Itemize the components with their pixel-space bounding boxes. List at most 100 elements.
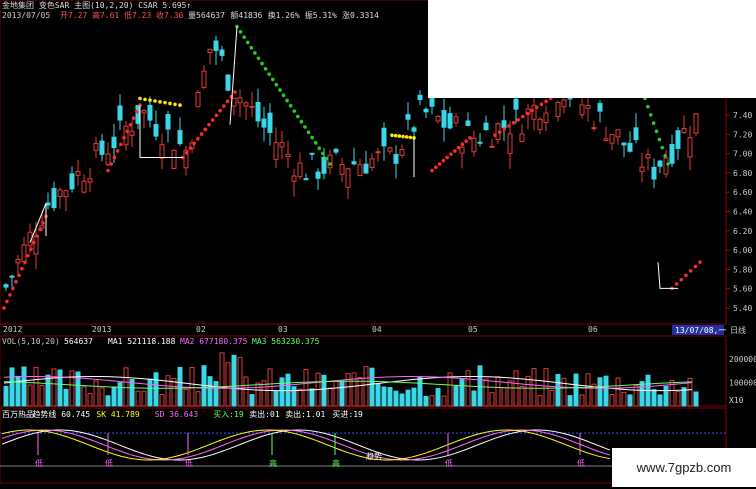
sar-dot [299,119,304,124]
sar-dot [278,88,282,92]
header-field: 量564637 [188,11,225,20]
osc-header-field: 趋势线 60.745 [32,409,90,419]
sar-dot [138,96,142,101]
volume-bar [441,395,447,407]
candle-body [693,113,699,134]
candle-body [357,164,363,177]
sar-dot [408,135,413,140]
volume-bar [429,395,435,407]
volume-bar [141,390,147,407]
volume-bar [279,377,285,407]
volume-bar [225,362,231,407]
sar-dot [5,299,9,304]
sar-dot [317,146,322,150]
candle-body [279,142,285,148]
candle-body [297,162,303,178]
sar-dot [38,227,42,232]
sar-dot [285,98,289,103]
volume-bar [417,377,423,407]
sar-dot [29,247,33,251]
sar-dot [225,99,230,104]
volume-bar [183,389,189,407]
price-tick-label: 6.60 [733,188,752,197]
sar-dot [245,40,250,45]
sar-dot [404,135,409,139]
price-tick-label: 7.20 [733,130,752,139]
sar-dot [321,151,325,156]
sar-dot [324,156,329,161]
date-tick-label: 03 [278,325,288,334]
volume-bar [249,394,255,407]
volume-bar [285,373,291,407]
volume-ma1: MA1 521118.188 [108,337,176,346]
date-tick-label: 02 [196,325,206,334]
volume-bar [237,356,243,407]
sar-dot [203,127,208,132]
osc-signal-label: 低 [445,458,453,468]
header-field: 低7.23 [124,10,151,20]
candle-body [417,94,423,101]
sar-dot [397,134,402,138]
osc-header-field: 买入:19 [213,410,244,419]
price-tick-label: 6.80 [733,169,752,178]
volume-bar [399,393,405,407]
candle-body [483,122,489,130]
sar-dot [456,145,461,150]
candle-body [159,144,165,159]
sar-dot [148,98,152,102]
candle-body [153,124,159,137]
osc-mid-label: 趋势 [366,451,382,461]
volume-bar [405,389,411,407]
volume-bar [231,354,237,407]
sar-dot [26,253,30,258]
osc-signal-label: 高 [269,458,277,468]
sar-dot [253,51,257,55]
price-tick-label: 6.20 [733,227,752,236]
volume-bar [219,352,225,407]
sar-dot [679,277,684,282]
volume-value: 564637 [64,337,93,346]
volume-bar [573,373,579,407]
candle-body [237,97,243,104]
volume-bar [531,368,537,407]
sar-dot [143,97,147,102]
volume-bar [345,373,351,407]
volume-bar [393,390,399,407]
sar-dot [249,45,254,50]
volume-bar [651,389,657,407]
candle-body [543,112,549,124]
volume-bar [489,392,495,407]
header-field: 换1.26% [268,10,300,20]
volume-bar [243,376,249,407]
candle-body [405,114,411,120]
candle-body [555,101,561,117]
volume-bar [153,372,159,407]
price-tick-label: 5.80 [733,265,752,274]
price-tick-label: 5.40 [733,304,752,313]
volume-bar [423,395,429,407]
volume-bar [585,373,591,407]
sar-dot [306,130,311,135]
candle-body [393,154,399,164]
occluding-block [428,0,756,98]
volume-bar [465,370,471,407]
candle-body [141,110,147,114]
volume-bar [387,387,393,407]
candle-body [327,154,333,169]
candle-body [33,235,39,255]
volume-bar [159,394,165,407]
candle-body [291,175,297,182]
candle-body [375,151,381,154]
candle-body [423,108,429,113]
candle-body [339,163,345,175]
sar-dot [310,135,314,140]
sar-dot [135,109,139,114]
sar-dot [516,117,521,122]
sar-dot [313,141,318,145]
candle-body [9,275,15,278]
sar-dot [434,165,438,170]
volume-bar [411,387,417,407]
volume-bar [339,380,345,407]
price-tick-label: 7.00 [733,150,752,159]
volume-title: VOL(5,10,20) [2,337,60,346]
